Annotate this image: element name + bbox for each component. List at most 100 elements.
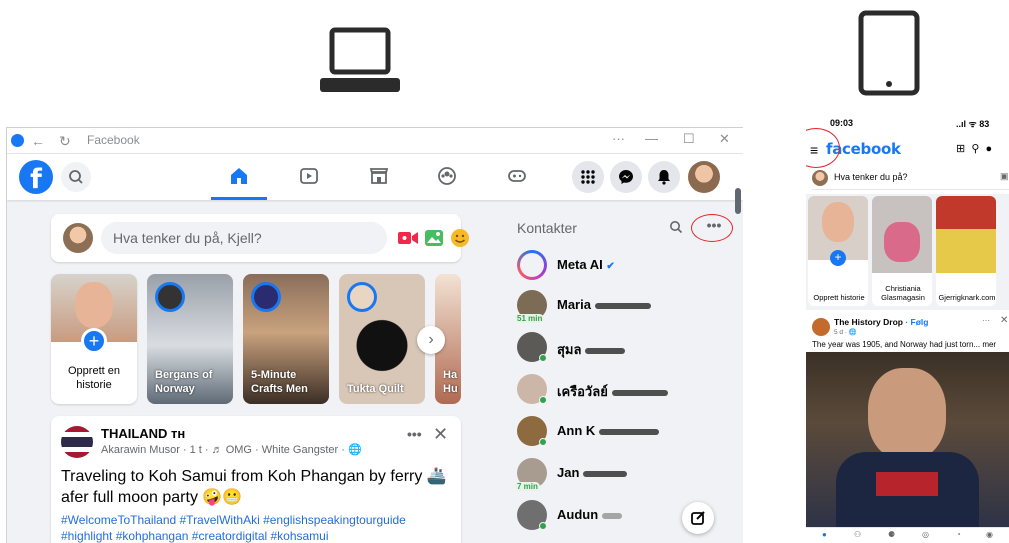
window-title: Facebook [87, 133, 140, 147]
reload-icon[interactable]: ↻ [59, 132, 71, 150]
contacts-heading: Kontakter [517, 220, 577, 236]
story-label: Opprett historie [813, 293, 865, 302]
story-5-minute-crafts[interactable]: 5-Minute Crafts Men [243, 274, 329, 404]
gaming-icon [508, 170, 526, 182]
post-hide-button[interactable]: ✕ [433, 424, 448, 445]
search-icon[interactable] [669, 220, 683, 234]
annotation-circle [806, 128, 840, 168]
tab-video[interactable] [289, 160, 329, 194]
photo-video-icon[interactable] [423, 228, 445, 248]
facebook-favicon-icon [11, 134, 24, 147]
story-label: Ha Hu [443, 369, 458, 395]
post-page-name[interactable]: THAILAND ᴛʜ [101, 426, 185, 441]
avatar [347, 282, 377, 312]
menu-grid-button[interactable] [572, 161, 604, 193]
plus-icon: + [81, 328, 107, 354]
story-label: Tukta Quilt [347, 383, 404, 395]
laptop-icon [320, 27, 400, 92]
contact-3[interactable]: เครือวัลย์ [517, 370, 727, 410]
contact-ann[interactable]: Ann K [517, 412, 727, 452]
search-button[interactable] [61, 162, 91, 192]
tablet-story-create[interactable]: + Opprett historie [808, 196, 868, 306]
desktop-browser-window: ← ↻ Facebook ··· — ☐ ✕ f Hva tenker du p… [6, 127, 743, 543]
window-close-button[interactable]: ✕ [719, 131, 730, 147]
composer-input[interactable]: Hva tenker du på, Kjell? [101, 222, 387, 254]
post-options-button[interactable]: ••• [407, 426, 422, 442]
post-composer: Hva tenker du på, Kjell? [51, 214, 469, 262]
story-label: Opprett en historie [68, 365, 120, 391]
tablet-stories-tray: + Opprett historie Christiania Glasmagas… [806, 194, 1009, 310]
facebook-logo-icon[interactable]: f [19, 160, 53, 194]
plus-icon: + [830, 250, 846, 266]
bell-icon [658, 170, 670, 185]
page-scrollbar[interactable] [735, 188, 741, 214]
contact-2[interactable]: สุมล [517, 328, 727, 368]
tablet-bottom-nav: ● ⚇ ⚈ ◎ ◔ ◉ [806, 527, 1009, 543]
story-create[interactable]: + Opprett en historie [51, 274, 137, 404]
groups-icon[interactable]: ⚈ [888, 530, 895, 539]
new-message-button[interactable] [682, 502, 714, 534]
tablet-story-gjerrigknark[interactable]: Gjerrigknark.com [936, 196, 996, 306]
tab-gaming[interactable] [497, 160, 537, 194]
story-tukta-quilt[interactable]: Tukta Quilt [339, 274, 425, 404]
page-avatar [61, 426, 93, 458]
tablet-screen: 09:03 ..ıl ᯤ 83 ≡ facebook ⊞ ⚲ ● Hva ten… [806, 112, 1009, 543]
feeling-emoji-icon[interactable] [449, 228, 471, 248]
post-meta: Akarawin Musor · 1 t · ♬ OMG · White Gan… [101, 444, 362, 456]
post-time: 5 d · 🌐 [834, 329, 857, 336]
contact-name: Audun [557, 507, 623, 522]
online-indicator [539, 522, 547, 530]
story-label: Bergans of Norway [155, 369, 213, 395]
back-arrow-icon[interactable]: ← [31, 132, 45, 150]
status-time: 09:03 [830, 118, 854, 128]
profile-icon[interactable]: ◉ [986, 530, 993, 539]
post-hide-button[interactable]: ✕ [1000, 315, 1008, 326]
window-maximize-button[interactable]: ☐ [683, 131, 695, 147]
contact-jan[interactable]: 7 min Jan [515, 454, 727, 494]
video-icon [300, 168, 318, 184]
tab-groups[interactable] [427, 160, 467, 194]
messenger-icon[interactable]: ● [986, 143, 993, 155]
live-video-icon[interactable] [397, 228, 419, 248]
photo-icon[interactable]: ▣ [1000, 171, 1009, 182]
notifications-button[interactable] [648, 161, 680, 193]
contact-meta-ai[interactable]: Meta AI ✔ [517, 246, 727, 286]
grid-icon [581, 170, 595, 184]
contact-name: สุมล [557, 339, 626, 360]
post-page-name[interactable]: The History Drop · Følg [834, 317, 928, 327]
profile-avatar[interactable] [688, 161, 720, 193]
messenger-button[interactable] [610, 161, 642, 193]
tab-marketplace[interactable] [359, 160, 399, 194]
tablet-composer[interactable]: Hva tenker du på? ▣ [812, 168, 1009, 190]
avatar [75, 282, 113, 328]
add-icon[interactable]: ⊞ [956, 143, 965, 155]
search-icon[interactable]: ⚲ [971, 143, 979, 155]
marketplace-icon[interactable]: ◎ [922, 530, 929, 539]
tab-home[interactable] [211, 160, 267, 200]
tablet-story-christiania[interactable]: Christiania Glasmagasin [872, 196, 932, 306]
groups-icon [438, 167, 456, 185]
online-indicator [539, 354, 547, 362]
stories-next-button[interactable]: › [417, 326, 445, 354]
window-minimize-button[interactable]: — [645, 131, 658, 146]
home-icon [231, 168, 247, 184]
window-more-button[interactable]: ··· [612, 131, 625, 146]
home-icon[interactable]: ● [822, 530, 827, 539]
contact-name: เครือวัลย์ [557, 381, 668, 402]
composer-input[interactable]: Hva tenker du på? [834, 172, 908, 182]
post-options-button[interactable]: ··· [982, 316, 990, 325]
meta-ai-icon [517, 250, 547, 280]
last-active-badge: 51 min [515, 314, 545, 323]
tablet-header-actions: ⊞ ⚲ ● [956, 142, 992, 155]
post-text: The year was 1905, and Norway had just t… [812, 340, 997, 349]
tablet-icon [858, 10, 920, 96]
post-photo[interactable] [806, 352, 1009, 527]
notifications-icon[interactable]: ◔ [956, 530, 961, 539]
online-indicator [539, 438, 547, 446]
annotation-circle [691, 214, 733, 242]
contact-name: Maria [557, 297, 651, 312]
post-hashtags[interactable]: #WelcomeToThailand #TravelWithAki #engli… [61, 512, 455, 543]
contact-maria[interactable]: 51 min Maria [515, 286, 727, 326]
friends-icon[interactable]: ⚇ [854, 530, 861, 539]
story-bergans[interactable]: Bergans of Norway [147, 274, 233, 404]
